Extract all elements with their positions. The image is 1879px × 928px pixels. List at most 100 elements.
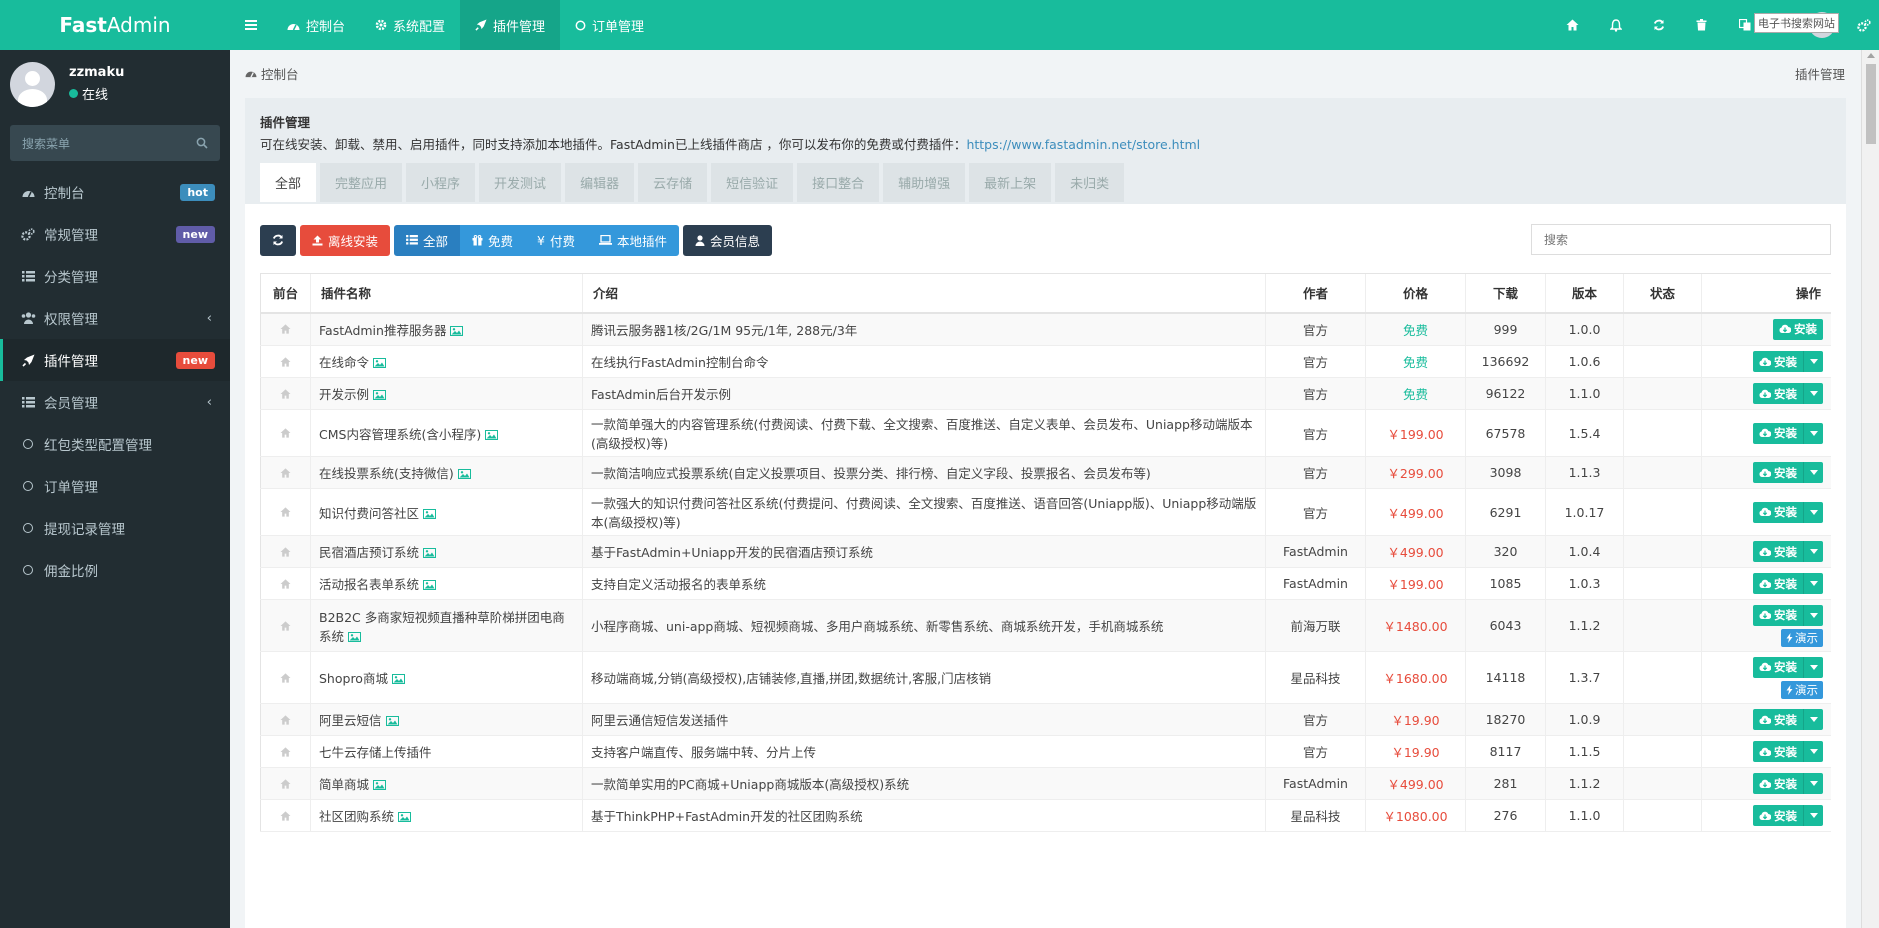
image-icon[interactable]: [373, 780, 387, 790]
table-row[interactable]: 在线投票系统(支持微信) 一款简洁响应式投票系统(自定义投票项目、投票分类、排行榜…: [260, 456, 1831, 489]
install-dropdown-toggle[interactable]: [1803, 422, 1823, 444]
image-icon[interactable]: [423, 580, 437, 590]
filter-free-button[interactable]: 免费: [460, 224, 526, 256]
home-icon[interactable]: [280, 810, 291, 821]
settings-icon[interactable]: [1849, 18, 1879, 32]
install-button[interactable]: 安装: [1773, 318, 1823, 340]
home-icon[interactable]: [280, 620, 291, 631]
sidebar-search-input[interactable]: 搜索菜单: [10, 125, 220, 161]
table-row[interactable]: 活动报名表单系统 支持自定义活动报名的表单系统 FastAdmin ￥199.00 10…: [260, 567, 1831, 600]
image-icon[interactable]: [391, 674, 405, 684]
tab-category[interactable]: 全部: [260, 163, 317, 202]
home-icon[interactable]: [280, 428, 291, 438]
table-row[interactable]: B2B2C 多商家短视频直播种草阶梯拼团电商系统 小程序商城、uni-app商城、…: [260, 599, 1831, 652]
image-icon[interactable]: [373, 390, 387, 400]
col-version[interactable]: 版本: [1545, 273, 1624, 314]
table-row[interactable]: 在线命令 在线执行FastAdmin控制台命令 官方 免费 136692 1.0.6 安装: [260, 345, 1831, 378]
install-dropdown-toggle[interactable]: [1803, 709, 1823, 730]
home-icon[interactable]: [280, 324, 291, 334]
plugin-name[interactable]: CMS内容管理系统(含小程序): [319, 427, 481, 442]
tab-category[interactable]: 完整应用: [320, 163, 403, 202]
tab-category[interactable]: 辅助增强: [883, 163, 966, 202]
plugin-name[interactable]: 七牛云存储上传插件: [319, 745, 432, 760]
plugin-name[interactable]: 社区团购系统: [319, 809, 394, 824]
image-icon[interactable]: [450, 325, 464, 336]
home-icon[interactable]: [280, 778, 291, 789]
image-icon[interactable]: [398, 812, 412, 822]
tab-system-config[interactable]: 系统配置: [360, 0, 460, 50]
install-button[interactable]: 安装: [1753, 462, 1823, 483]
image-icon[interactable]: [457, 469, 471, 479]
table-row[interactable]: CMS内容管理系统(含小程序) 一款简单强大的内容管理系统(付费阅读、付费下载、全…: [260, 409, 1831, 457]
tab-category[interactable]: 小程序: [406, 163, 476, 202]
sidebar-item-members[interactable]: 会员管理 ‹: [0, 381, 230, 423]
install-button[interactable]: 安装: [1753, 383, 1823, 404]
plugin-name[interactable]: 简单商城: [319, 777, 369, 792]
tab-dashboard[interactable]: 控制台: [272, 0, 360, 50]
install-dropdown-toggle[interactable]: [1803, 604, 1823, 626]
table-row[interactable]: Shopro商城 移动端商城,分销(高级授权),店铺装修,直播,拼团,数据统计,客…: [260, 651, 1831, 704]
refresh-icon[interactable]: [1637, 19, 1680, 31]
plugin-name[interactable]: 民宿酒店预订系统: [319, 545, 419, 560]
table-row[interactable]: FastAdmin推荐服务器 腾讯云服务器1核/2G/1M 95元/1年, 288…: [260, 312, 1831, 346]
table-row[interactable]: 开发示例 FastAdmin后台开发示例 官方 免费 96122 1.1.0 安装: [260, 377, 1831, 410]
table-row[interactable]: 简单商城 一款简单实用的PC商城+Uniapp商城版本(高级授权)系统 FastAd…: [260, 767, 1831, 800]
col-name[interactable]: 插件名称: [310, 273, 583, 314]
sidebar-item-general[interactable]: 常规管理 new: [0, 213, 230, 255]
tab-category[interactable]: 开发测试: [479, 163, 562, 202]
col-front[interactable]: 前台: [260, 273, 311, 314]
tab-category[interactable]: 短信验证: [711, 163, 794, 202]
install-button[interactable]: 安装: [1753, 805, 1823, 826]
table-row[interactable]: 七牛云存储上传插件 支持客户端直传、服务端中转、分片上传 官方 ￥19.90 8117 1…: [260, 735, 1831, 768]
install-dropdown-toggle[interactable]: [1803, 656, 1823, 678]
install-dropdown-toggle[interactable]: [1803, 541, 1823, 562]
home-icon[interactable]: [280, 672, 291, 683]
install-button[interactable]: 安装: [1753, 604, 1823, 626]
image-icon[interactable]: [348, 631, 362, 642]
image-icon[interactable]: [485, 429, 499, 440]
app-logo[interactable]: Fast Admin: [0, 0, 230, 50]
breadcrumb-home[interactable]: 控制台: [245, 64, 299, 83]
tab-category[interactable]: 云存储: [638, 163, 708, 202]
image-icon[interactable]: [423, 548, 437, 558]
sidebar-toggle-button[interactable]: [230, 0, 272, 50]
install-dropdown-toggle[interactable]: [1803, 501, 1823, 523]
member-info-button[interactable]: 会员信息: [683, 224, 773, 256]
tab-orders[interactable]: 订单管理: [560, 0, 659, 50]
install-button[interactable]: 安装: [1753, 541, 1823, 562]
tab-category[interactable]: 最新上架: [969, 163, 1052, 202]
col-intro[interactable]: 介绍: [582, 273, 1266, 314]
tab-category[interactable]: 未归类: [1055, 163, 1125, 202]
tab-category[interactable]: 接口整合: [797, 163, 880, 202]
plugin-name[interactable]: FastAdmin推荐服务器: [319, 323, 446, 338]
sidebar-item-auth[interactable]: 权限管理 ‹: [0, 297, 230, 339]
trash-icon[interactable]: [1680, 19, 1723, 31]
col-price[interactable]: 价格: [1365, 273, 1466, 314]
plugin-name[interactable]: 开发示例: [319, 387, 369, 402]
filter-all-button[interactable]: 全部: [394, 224, 461, 256]
sidebar-item-commission[interactable]: 佣金比例: [0, 549, 230, 591]
install-button[interactable]: 安装: [1753, 351, 1823, 372]
image-icon[interactable]: [423, 508, 437, 519]
demo-button[interactable]: 演示: [1781, 680, 1823, 699]
plugin-name[interactable]: Shopro商城: [319, 671, 388, 686]
install-button[interactable]: 安装: [1753, 656, 1823, 678]
install-dropdown-toggle[interactable]: [1803, 351, 1823, 372]
search-icon[interactable]: [196, 137, 208, 149]
home-icon[interactable]: [280, 714, 291, 725]
sidebar-item-category[interactable]: 分类管理: [0, 255, 230, 297]
plugin-name[interactable]: 在线投票系统(支持微信): [319, 466, 454, 481]
scroll-thumb[interactable]: [1866, 64, 1876, 144]
sidebar-item-dashboard[interactable]: 控制台 hot: [0, 171, 230, 213]
home-icon[interactable]: [280, 507, 291, 517]
home-icon[interactable]: [280, 546, 291, 557]
offline-install-button[interactable]: 离线安装: [300, 224, 391, 256]
refresh-button[interactable]: [260, 224, 296, 256]
image-icon[interactable]: [373, 358, 387, 368]
plugin-name[interactable]: 在线命令: [319, 355, 369, 370]
install-dropdown-toggle[interactable]: [1803, 573, 1823, 594]
scroll-up-arrow-icon[interactable]: [1867, 53, 1875, 58]
home-icon[interactable]: [280, 467, 291, 478]
filter-paid-button[interactable]: ¥ 付费: [525, 224, 588, 256]
install-button[interactable]: 安装: [1753, 709, 1823, 730]
